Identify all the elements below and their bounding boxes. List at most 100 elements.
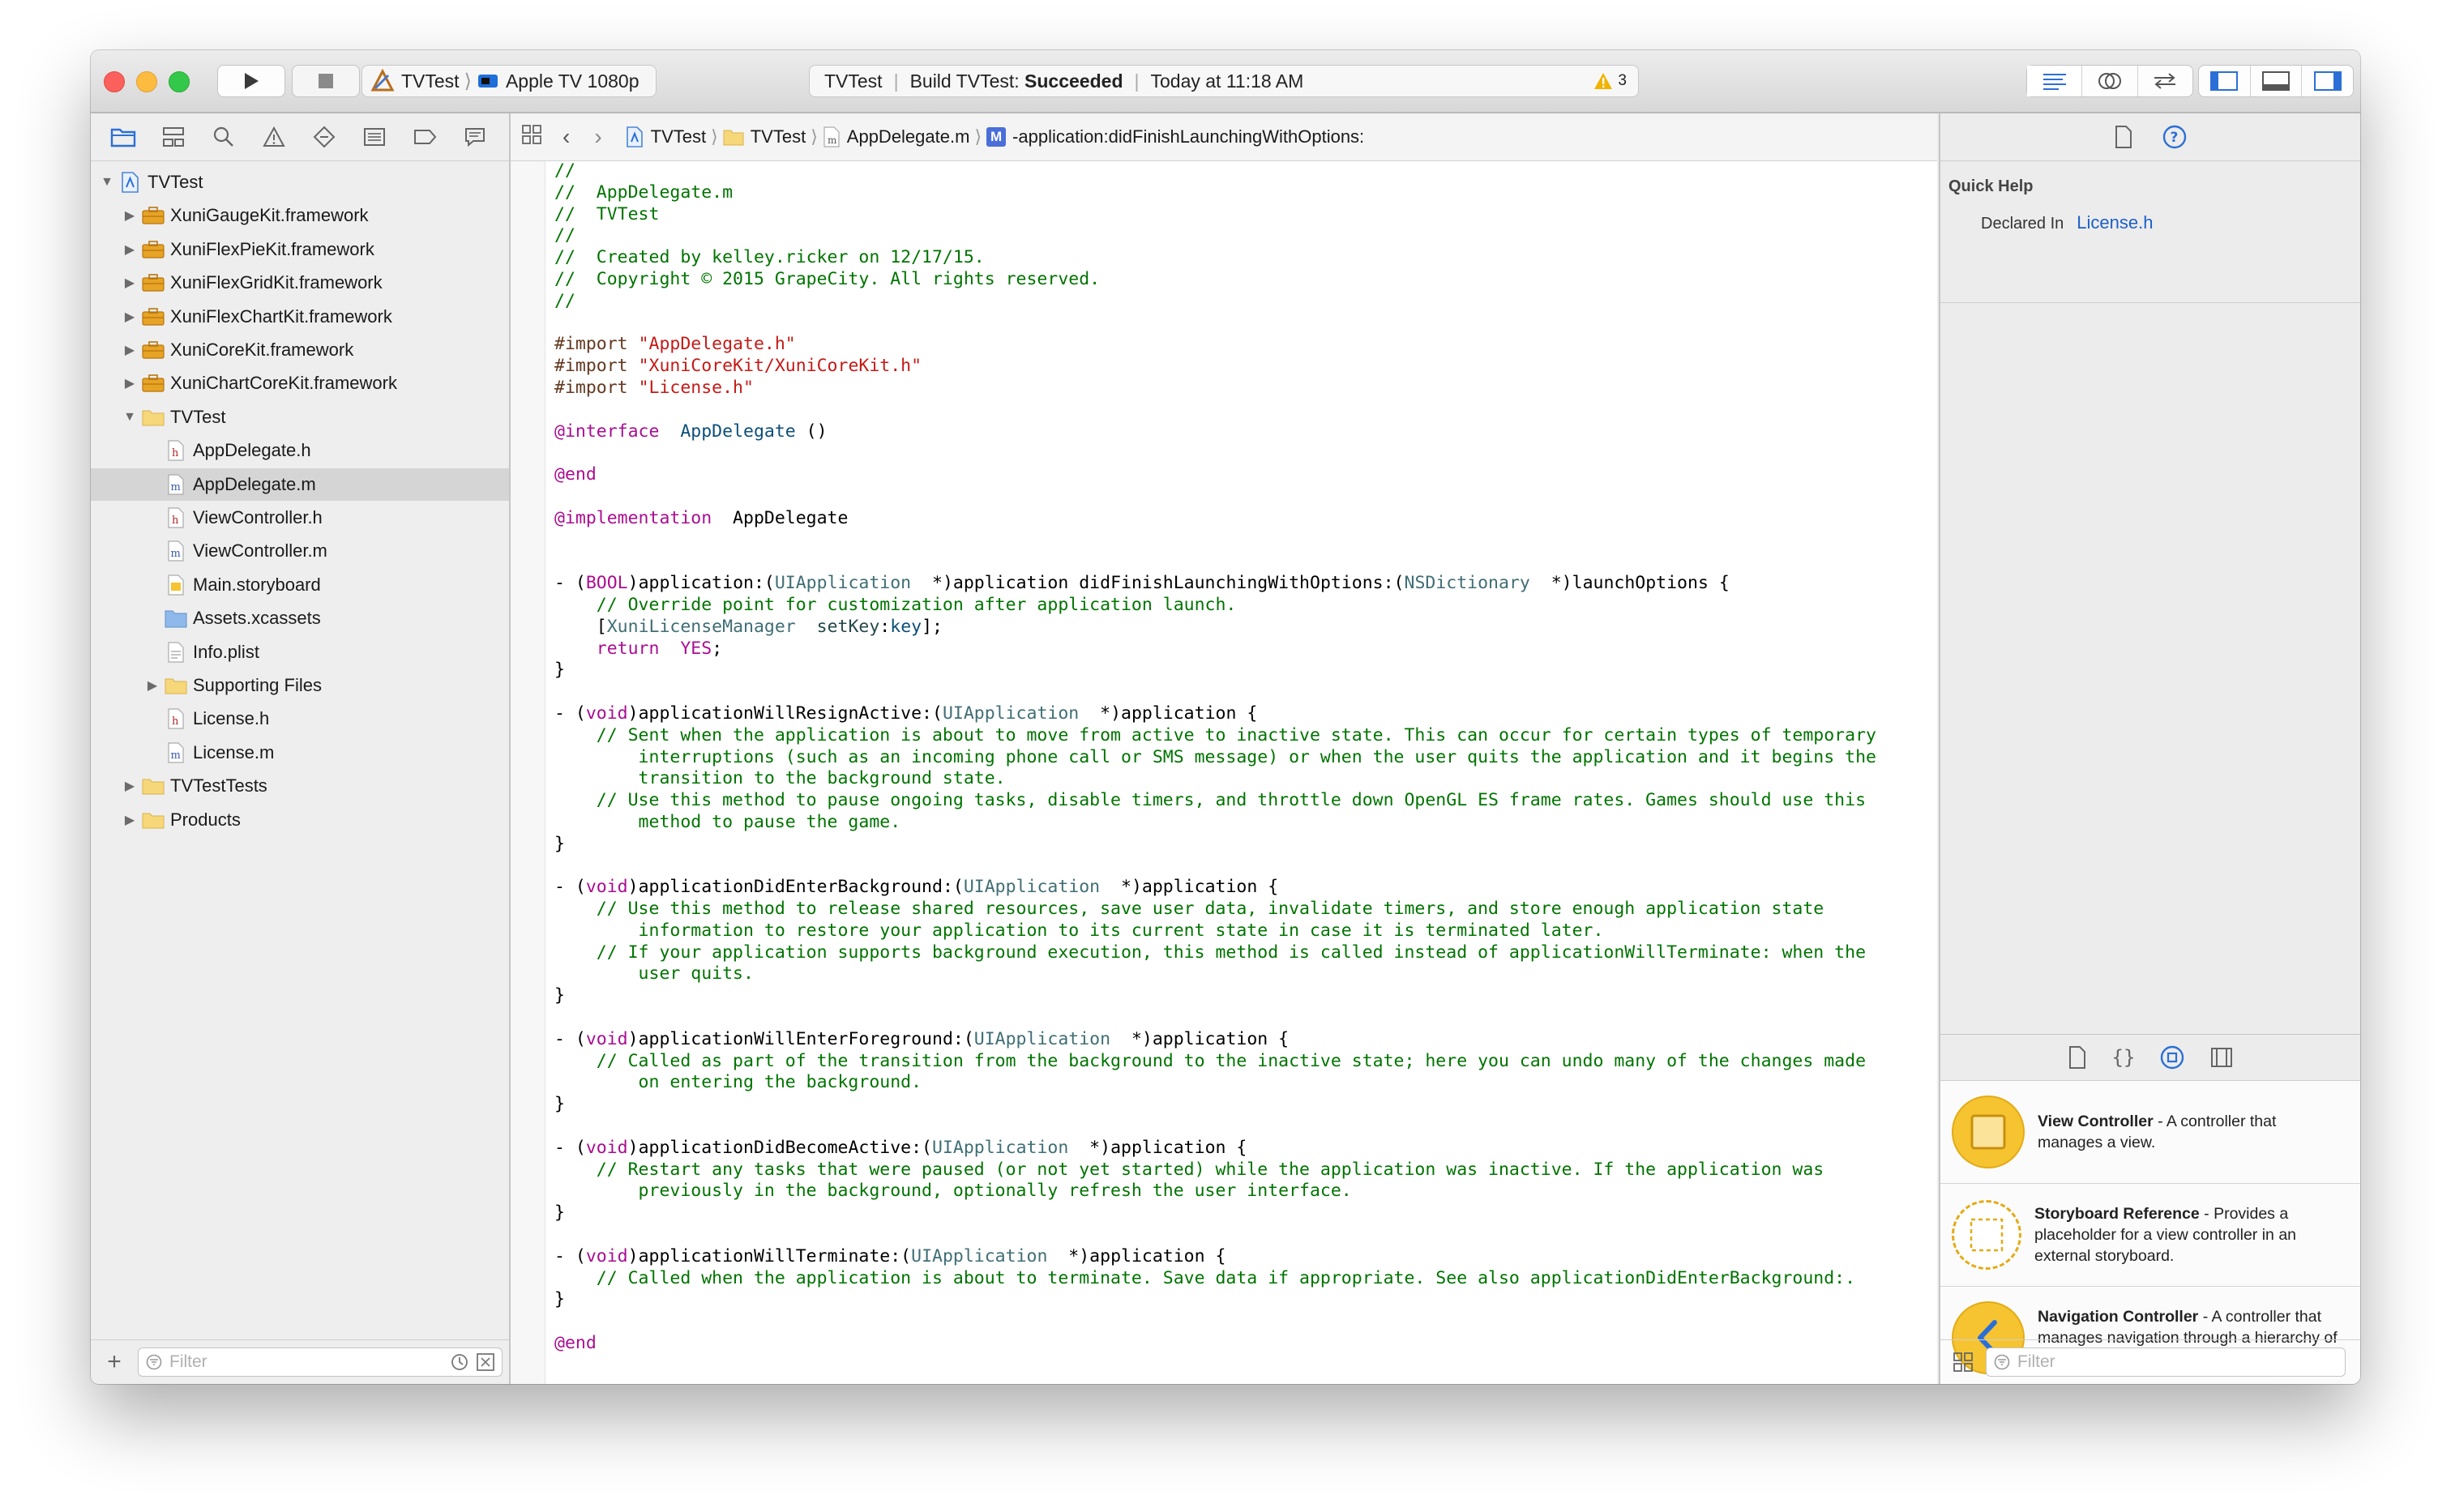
crumb-group[interactable]: TVTest bbox=[751, 126, 806, 147]
navigator-item[interactable]: ▶ Products bbox=[91, 804, 509, 836]
minimize-window-button[interactable] bbox=[136, 71, 157, 92]
navigator-item[interactable]: h AppDelegate.h bbox=[91, 434, 509, 467]
debug-icon[interactable] bbox=[360, 122, 389, 152]
navigator-item[interactable]: m License.m bbox=[91, 737, 509, 769]
code-line: @end bbox=[554, 464, 1929, 486]
disclosure-closed-icon[interactable]: ▶ bbox=[122, 778, 138, 794]
media-library-icon[interactable] bbox=[2209, 1046, 2234, 1069]
code-token: // Use this method to pause ongoing task… bbox=[554, 790, 1867, 811]
code-text[interactable]: //// AppDelegate.m// TVTest//// Created … bbox=[554, 160, 1929, 1355]
navigator-item[interactable]: h License.h bbox=[91, 703, 509, 735]
issue-icon[interactable] bbox=[259, 122, 289, 152]
navigator-item[interactable]: Assets.xcassets bbox=[91, 602, 509, 634]
file-template-icon[interactable] bbox=[2067, 1045, 2088, 1070]
disclosure-closed-icon[interactable]: ▶ bbox=[122, 375, 138, 391]
assistant-editor-button[interactable] bbox=[2082, 66, 2138, 96]
close-window-button[interactable] bbox=[104, 71, 125, 92]
code-token: )applicationWillEnterForeground:( bbox=[627, 1028, 974, 1049]
quick-help-icon[interactable]: ? bbox=[2162, 124, 2188, 150]
navigator-item[interactable]: ▶ TVTestTests bbox=[91, 770, 509, 802]
code-snippet-icon[interactable]: {} bbox=[2112, 1046, 2136, 1069]
navigator-item[interactable]: ▼ TVTest bbox=[91, 166, 509, 199]
navigator-item[interactable]: ▶ XuniChartCoreKit.framework bbox=[91, 367, 509, 399]
scheme-selector[interactable]: TVTest ⟩ Apple TV 1080p bbox=[361, 65, 657, 97]
navigator-item[interactable]: m ViewController.m bbox=[91, 535, 509, 567]
library-item-view-controller[interactable]: View Controller - A controller that mana… bbox=[1940, 1081, 2360, 1184]
version-editor-button[interactable] bbox=[2138, 66, 2192, 96]
library-item-title: Storyboard Reference bbox=[2034, 1205, 2200, 1223]
code-token: *)application { bbox=[1068, 1137, 1247, 1158]
disclosure-closed-icon[interactable]: ▶ bbox=[122, 275, 138, 291]
chevron-right-icon: ⟩ bbox=[464, 70, 472, 92]
disclosure-closed-icon[interactable]: ▶ bbox=[144, 677, 160, 694]
report-icon[interactable] bbox=[460, 122, 490, 152]
library-item-storyboard-reference[interactable]: Storyboard Reference - Provides a placeh… bbox=[1940, 1184, 2360, 1287]
disclosure-open-icon[interactable]: ▼ bbox=[99, 175, 115, 190]
code-line: return YES; bbox=[554, 639, 1929, 660]
crumb-method[interactable]: -application:didFinishLaunchingWithOptio… bbox=[1012, 126, 1364, 147]
disclosure-closed-icon[interactable]: ▶ bbox=[122, 342, 138, 358]
related-items-icon[interactable] bbox=[520, 123, 543, 151]
navigator-item[interactable]: ▶ XuniCoreKit.framework bbox=[91, 334, 509, 366]
code-token: user quits. bbox=[554, 963, 754, 985]
symbol-icon[interactable] bbox=[159, 122, 188, 152]
object-library-icon[interactable] bbox=[2159, 1044, 2185, 1070]
code-token: : bbox=[879, 616, 891, 637]
disclosure-closed-icon[interactable]: ▶ bbox=[122, 241, 138, 258]
jump-bar: ‹ › TVTest ⟩ TVTest ⟩ m AppDelegate.m ⟩ … bbox=[511, 113, 1937, 161]
declared-in-link[interactable]: License.h bbox=[2077, 212, 2153, 233]
code-line: #import "XuniCoreKit/XuniCoreKit.h" bbox=[554, 356, 1929, 378]
disclosure-closed-icon[interactable]: ▶ bbox=[122, 812, 138, 828]
project-navigator: ▼ TVTest ▶ XuniGaugeKit.framework ▶ XuniFlexP… bbox=[91, 113, 511, 1384]
warning-badge[interactable]: 3 bbox=[1593, 72, 1627, 90]
stop-button[interactable] bbox=[292, 65, 360, 97]
navigator-filter-field[interactable]: Filter bbox=[138, 1348, 503, 1377]
test-icon[interactable] bbox=[310, 122, 339, 152]
scm-status-icon[interactable] bbox=[476, 1352, 495, 1372]
code-token: @end bbox=[554, 464, 597, 485]
forward-button[interactable]: › bbox=[594, 124, 601, 150]
zoom-window-button[interactable] bbox=[169, 71, 190, 92]
toggle-debug-area-button[interactable] bbox=[2251, 66, 2303, 96]
run-button[interactable] bbox=[217, 65, 285, 97]
folder-icon bbox=[723, 130, 744, 146]
disclosure-closed-icon[interactable]: ▶ bbox=[122, 309, 138, 325]
disclosure-open-icon[interactable]: ▼ bbox=[122, 410, 138, 425]
file-inspector-icon[interactable] bbox=[2113, 125, 2134, 149]
standard-editor-button[interactable] bbox=[2027, 66, 2083, 96]
navigator-item[interactable]: ▶ XuniFlexPieKit.framework bbox=[91, 233, 509, 266]
navigator-item[interactable]: ▶ XuniFlexGridKit.framework bbox=[91, 267, 509, 299]
code-line: // bbox=[554, 225, 1929, 247]
code-line: #import "License.h" bbox=[554, 378, 1929, 399]
code-line: // Called as part of the transition from… bbox=[554, 1051, 1929, 1073]
navigator-item[interactable]: ▼ TVTest bbox=[91, 401, 509, 434]
toggle-navigator-button[interactable] bbox=[2199, 66, 2251, 96]
navigator-item[interactable]: ▶ Supporting Files bbox=[91, 669, 509, 702]
code-token: return bbox=[596, 638, 660, 659]
find-icon[interactable] bbox=[209, 122, 238, 152]
breakpoint-icon[interactable] bbox=[410, 122, 439, 152]
debug-panel-icon bbox=[2262, 71, 2290, 91]
disclosure-closed-icon[interactable]: ▶ bbox=[122, 207, 138, 224]
crumb-project[interactable]: TVTest bbox=[651, 126, 706, 147]
code-line: @end bbox=[554, 1333, 1929, 1355]
code-token: previously in the background, optionally… bbox=[554, 1181, 1352, 1202]
navigator-item[interactable]: ▶ XuniFlexChartKit.framework bbox=[91, 301, 509, 333]
navigator-item[interactable]: h ViewController.h bbox=[91, 502, 509, 534]
code-token: UIApplication bbox=[911, 1245, 1048, 1266]
navigator-item[interactable]: Main.storyboard bbox=[91, 569, 509, 601]
svg-text:h: h bbox=[172, 515, 179, 527]
back-button[interactable]: ‹ bbox=[562, 124, 570, 150]
navigator-item[interactable]: ▶ XuniGaugeKit.framework bbox=[91, 199, 509, 232]
grid-view-icon[interactable] bbox=[1952, 1351, 1974, 1373]
navigator-item[interactable]: m AppDelegate.m bbox=[91, 468, 509, 501]
navigator-item[interactable]: Info.plist bbox=[91, 636, 509, 668]
add-icon[interactable]: + bbox=[102, 1348, 126, 1376]
folder-icon[interactable] bbox=[109, 122, 138, 152]
recent-files-icon[interactable] bbox=[450, 1352, 469, 1372]
code-token: "XuniCoreKit/XuniCoreKit.h" bbox=[638, 356, 922, 377]
library-filter-field[interactable]: Filter bbox=[1986, 1348, 2346, 1377]
crumb-file[interactable]: AppDelegate.m bbox=[847, 126, 970, 147]
toggle-utilities-button[interactable] bbox=[2302, 66, 2353, 96]
